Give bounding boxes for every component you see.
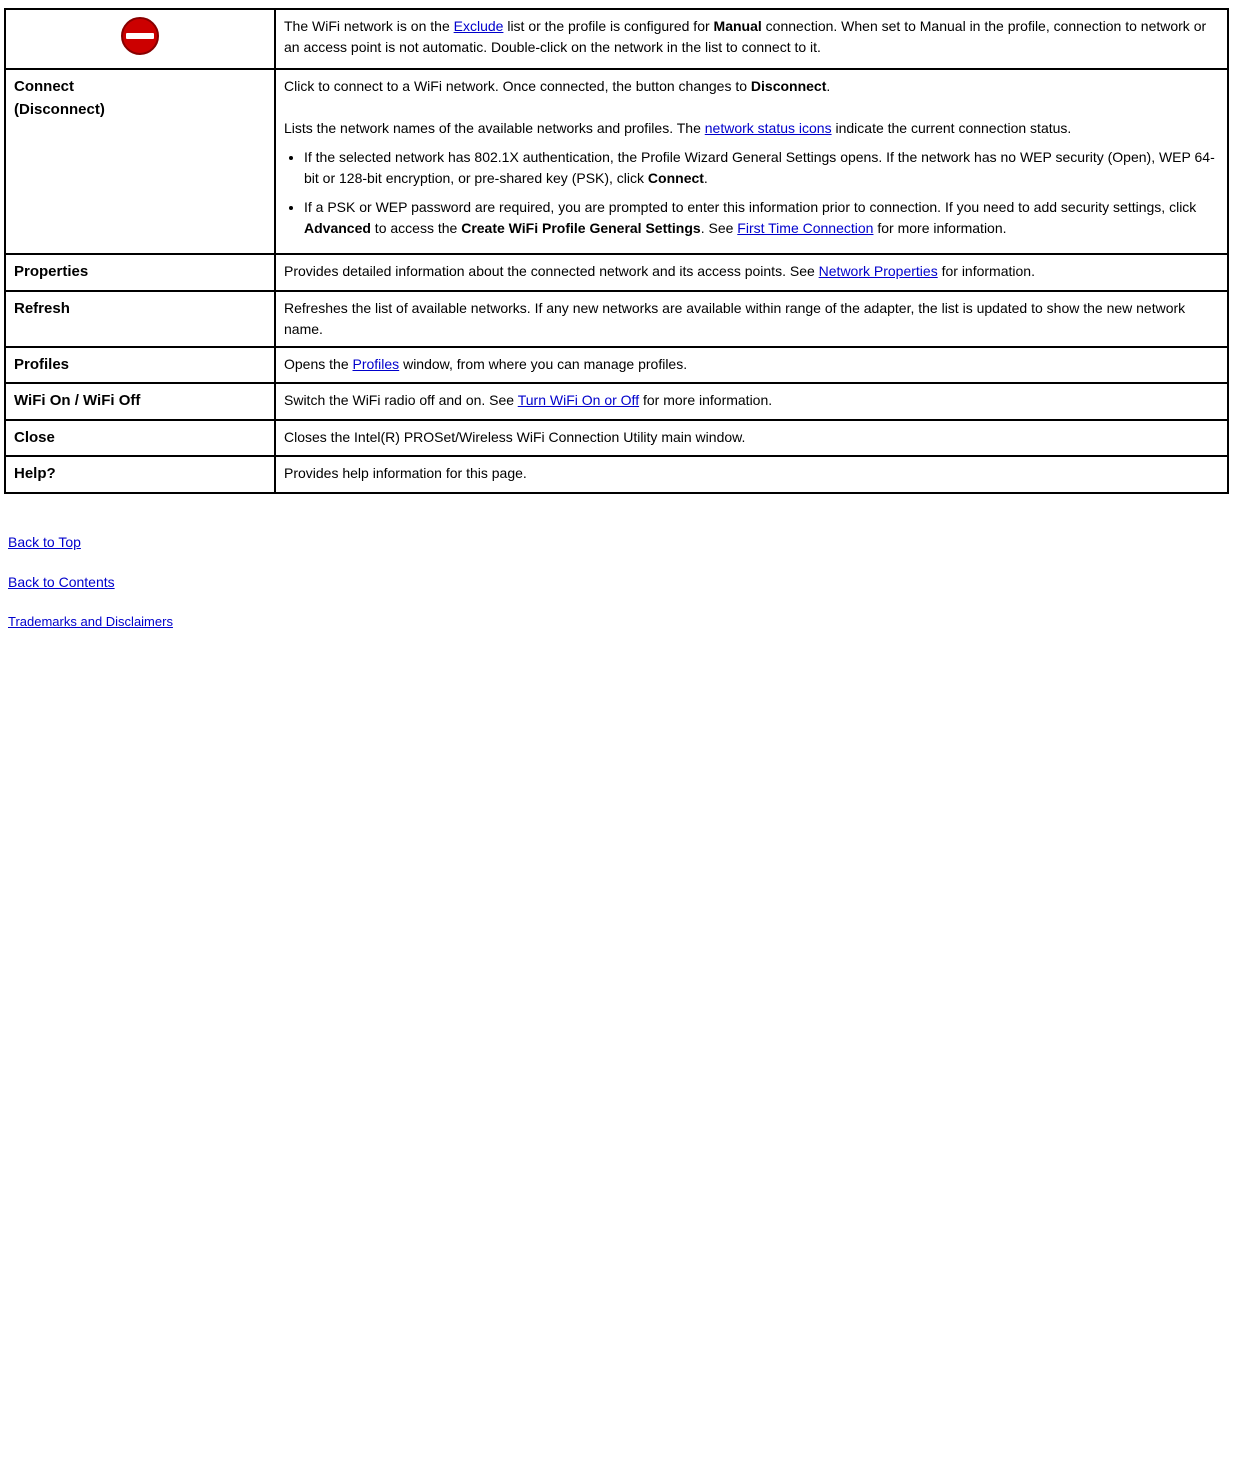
first-time-connection-link[interactable]: First Time Connection [737, 220, 873, 236]
table-row: Refresh Refreshes the list of available … [5, 291, 1228, 347]
close-description: Closes the Intel(R) PROSet/Wireless WiFi… [275, 420, 1228, 457]
wifi-toggle-label: WiFi On / WiFi Off [5, 383, 275, 420]
footer: Back to Top Back to Contents Trademarks … [4, 534, 1229, 629]
wifi-toggle-description: Switch the WiFi radio off and on. See Tu… [275, 383, 1228, 420]
connect-description: Click to connect to a WiFi network. Once… [275, 69, 1228, 254]
table-row: WiFi On / WiFi Off Switch the WiFi radio… [5, 383, 1228, 420]
profiles-label: Profiles [5, 347, 275, 384]
icon-row-description: The WiFi network is on the Exclude list … [275, 9, 1228, 69]
refresh-description: Refreshes the list of available networks… [275, 291, 1228, 347]
network-status-icons-link[interactable]: network status icons [705, 120, 832, 136]
table-row: Close Closes the Intel(R) PROSet/Wireles… [5, 420, 1228, 457]
connect-bullets: If the selected network has 802.1X authe… [304, 147, 1219, 239]
profiles-description: Opens the Profiles window, from where yo… [275, 347, 1228, 384]
turn-wifi-link[interactable]: Turn WiFi On or Off [518, 392, 639, 408]
close-label: Close [5, 420, 275, 457]
network-properties-link[interactable]: Network Properties [819, 263, 938, 279]
list-item: If the selected network has 802.1X authe… [304, 147, 1219, 189]
help-description: Provides help information for this page. [275, 456, 1228, 493]
table-row: Profiles Opens the Profiles window, from… [5, 347, 1228, 384]
no-entry-icon [120, 43, 160, 59]
help-label: Help? [5, 456, 275, 493]
properties-label: Properties [5, 254, 275, 291]
table-row: Help? Provides help information for this… [5, 456, 1228, 493]
properties-description: Provides detailed information about the … [275, 254, 1228, 291]
trademarks-link[interactable]: Trademarks and Disclaimers [8, 614, 1229, 629]
refresh-label: Refresh [5, 291, 275, 347]
main-table: The WiFi network is on the Exclude list … [4, 8, 1229, 494]
exclude-link[interactable]: Exclude [454, 18, 504, 34]
back-to-top-link[interactable]: Back to Top [8, 534, 1229, 550]
table-row: Connect(Disconnect) Click to connect to … [5, 69, 1228, 254]
table-row: The WiFi network is on the Exclude list … [5, 9, 1228, 69]
connect-label: Connect(Disconnect) [5, 69, 275, 254]
profiles-link[interactable]: Profiles [353, 356, 400, 372]
page-wrapper: The WiFi network is on the Exclude list … [0, 0, 1233, 693]
table-row: Properties Provides detailed information… [5, 254, 1228, 291]
icon-cell [5, 9, 275, 69]
list-item: If a PSK or WEP password are required, y… [304, 197, 1219, 239]
back-to-contents-link[interactable]: Back to Contents [8, 574, 1229, 590]
